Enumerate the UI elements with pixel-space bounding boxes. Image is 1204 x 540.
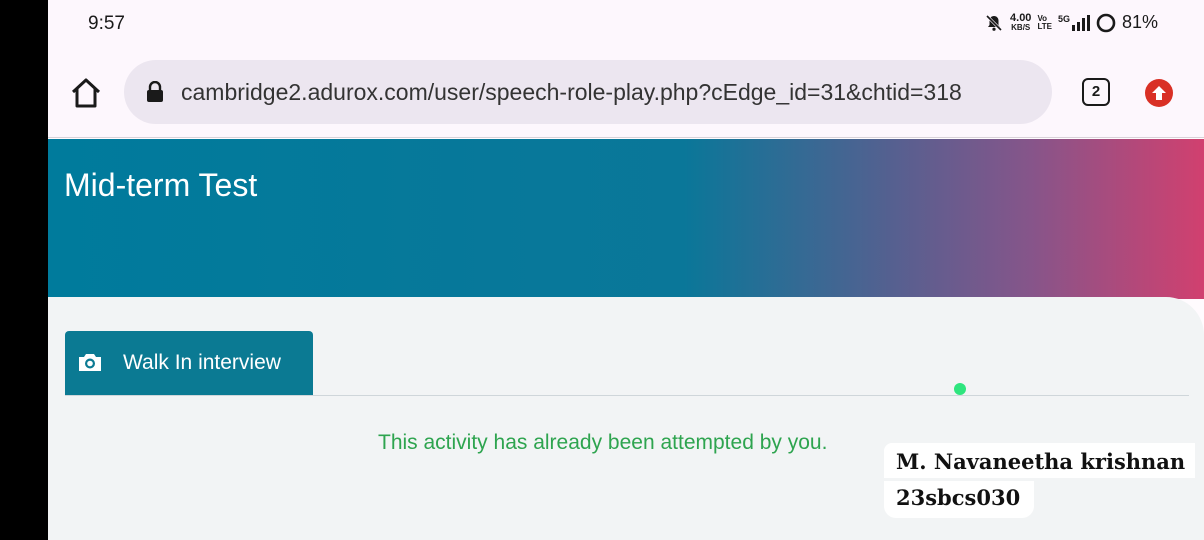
- tab-walk-in-interview[interactable]: Walk In interview: [65, 331, 313, 396]
- volte-bottom: LTE: [1037, 21, 1052, 31]
- tab-switcher-button[interactable]: 2: [1082, 78, 1110, 106]
- indicator-dot: [954, 383, 966, 395]
- home-button[interactable]: [68, 75, 104, 111]
- status-time: 9:57: [88, 13, 125, 34]
- lock-icon: [147, 81, 163, 102]
- address-bar[interactable]: cambridge2.adurox.com/user/speech-role-p…: [124, 60, 1052, 124]
- status-bar: 9:57 4.00 KB/S Vo LTE 5G 81%: [48, 0, 1204, 48]
- volte-indicator: Vo LTE: [1037, 14, 1052, 31]
- status-message: This activity has already been attempted…: [378, 431, 828, 454]
- net-speed-value: 4.00: [1010, 11, 1032, 24]
- home-icon: [71, 78, 101, 108]
- device-edge: [0, 0, 48, 540]
- content-area: Walk In interview This activity has alre…: [48, 297, 1204, 540]
- page-header: Mid-term Test: [48, 139, 1204, 299]
- net-speed-unit: KB/S: [1011, 22, 1031, 32]
- status-icons: 4.00 KB/S Vo LTE 5G 81%: [984, 12, 1158, 33]
- student-name-label: M. Navaneetha krishnan: [884, 443, 1196, 478]
- update-icon: [1152, 86, 1166, 100]
- browser-toolbar: cambridge2.adurox.com/user/speech-role-p…: [48, 48, 1204, 138]
- net-speed: 4.00 KB/S: [1010, 11, 1032, 32]
- camera-icon: [79, 354, 101, 371]
- battery-percent: 81%: [1121, 12, 1158, 32]
- url-text[interactable]: cambridge2.adurox.com/user/speech-role-p…: [181, 79, 1041, 106]
- battery-ring-icon: [1096, 13, 1116, 33]
- mute-icon: [984, 13, 1004, 33]
- roll-number-label: 23sbcs030: [884, 481, 1035, 518]
- tab-divider: [65, 395, 1189, 396]
- update-button[interactable]: [1145, 79, 1173, 107]
- network-type: 5G: [1057, 13, 1070, 24]
- page-title: Mid-term Test: [64, 167, 258, 203]
- tab-label: Walk In interview: [123, 351, 281, 374]
- signal-icon: [1071, 14, 1090, 31]
- phone-screen: 9:57 4.00 KB/S Vo LTE 5G 81% cambridge2.…: [48, 0, 1204, 540]
